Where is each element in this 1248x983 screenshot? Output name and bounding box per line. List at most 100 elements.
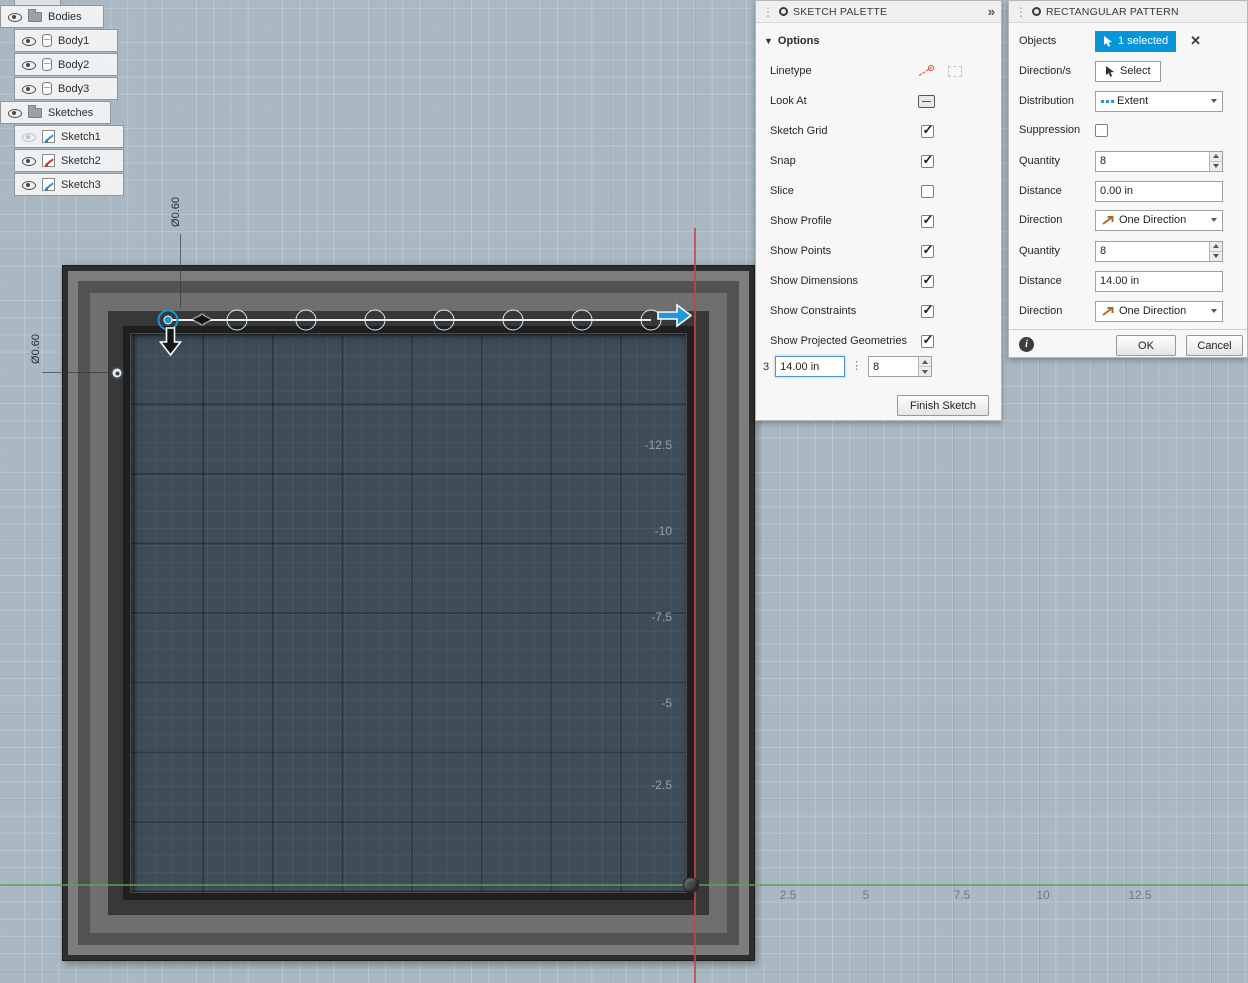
browser-item-label: Sketch3	[61, 178, 101, 191]
objects-selected-chip[interactable]: 1 selected	[1095, 30, 1177, 52]
distance1-row: Distance	[1009, 180, 1247, 202]
distribution-dropdown[interactable]: Extent	[1095, 90, 1223, 112]
chevron-down-icon	[1211, 218, 1217, 222]
sketch-icon	[42, 154, 55, 167]
origin-marker[interactable]	[683, 877, 699, 893]
pattern-circle[interactable]	[502, 309, 524, 331]
sketch-palette-header[interactable]: ⋮ SKETCH PALETTE »	[756, 1, 1001, 23]
quantity1-input[interactable]	[1096, 151, 1209, 171]
browser-item-sketch3[interactable]: Sketch3	[14, 173, 124, 196]
browser-item-sketch1[interactable]: Sketch1	[14, 125, 124, 148]
clear-selection-icon[interactable]: ✕	[1190, 33, 1201, 49]
pattern-circle[interactable]	[295, 309, 317, 331]
grid-label: 2.5	[779, 888, 797, 902]
y-axis-line	[694, 228, 696, 983]
pattern-circle[interactable]	[226, 309, 248, 331]
direction1-dropdown[interactable]: One Direction	[1095, 209, 1223, 231]
eye-icon[interactable]	[21, 35, 36, 47]
pattern-circle[interactable]	[364, 309, 386, 331]
show-profile-checkbox[interactable]	[921, 212, 934, 228]
sketch-grid-checkbox[interactable]	[921, 122, 934, 138]
projected-line-icon[interactable]	[948, 65, 962, 77]
eye-off-icon[interactable]	[21, 131, 36, 143]
browser-item-sketches-folder[interactable]: Sketches	[0, 101, 111, 124]
body-icon	[42, 82, 52, 95]
quantity2-spinner	[1209, 241, 1222, 261]
browser-item-sketch2[interactable]: Sketch2	[14, 149, 124, 172]
browser-item-body1[interactable]: Body1	[14, 29, 118, 52]
eye-icon[interactable]	[7, 11, 22, 23]
browser-item-label: Sketches	[48, 106, 94, 119]
chevron-down-icon[interactable]: ▼	[756, 36, 773, 46]
look-at-icon[interactable]	[918, 94, 935, 108]
suppression-checkbox[interactable]	[1095, 123, 1108, 137]
spinner-up-icon[interactable]	[919, 357, 932, 366]
sketch-icon	[42, 130, 55, 143]
sketch-point[interactable]	[110, 366, 124, 380]
construction-line-icon[interactable]	[917, 64, 934, 79]
collapse-panel-icon[interactable]: »	[988, 4, 995, 19]
show-dimensions-checkbox[interactable]	[921, 272, 934, 288]
pattern-direction-arrow-icon[interactable]	[656, 302, 694, 329]
show-constraints-checkbox[interactable]	[921, 302, 934, 318]
eye-icon[interactable]	[21, 83, 36, 95]
drag-down-arrow-icon[interactable]	[159, 326, 182, 357]
body-icon	[42, 34, 52, 47]
rectangular-pattern-dialog: ⋮ RECTANGULAR PATTERN Objects 1 selected…	[1008, 0, 1248, 358]
eye-icon[interactable]	[21, 155, 36, 167]
show-projected-geometries-checkbox[interactable]	[921, 332, 934, 348]
spinner-down-icon[interactable]	[1210, 250, 1222, 261]
pattern-quantity-input[interactable]	[869, 357, 919, 376]
spinner-down-icon[interactable]	[1210, 160, 1222, 171]
info-icon[interactable]: i	[1019, 337, 1034, 352]
show-points-checkbox[interactable]	[921, 242, 934, 258]
browser-item-body2[interactable]: Body2	[14, 53, 118, 76]
diameter-dimension[interactable]: Ø0.60	[30, 329, 42, 369]
selected-point[interactable]	[163, 315, 173, 325]
options-section-header[interactable]: ▼ Options	[756, 31, 1001, 51]
browser-item-body3[interactable]: Body3	[14, 77, 118, 100]
dialog-header[interactable]: ⋮ RECTANGULAR PATTERN	[1009, 1, 1247, 23]
one-direction-icon	[1101, 215, 1114, 226]
drag-handle-icon[interactable]: ⋮	[762, 6, 774, 18]
diameter-dimension[interactable]: Ø0.60	[170, 192, 182, 232]
eye-icon[interactable]	[21, 179, 36, 191]
folder-icon	[28, 8, 42, 22]
eye-icon[interactable]	[7, 107, 22, 119]
select-direction-button[interactable]: Select	[1095, 60, 1161, 82]
grid-label: -2.5	[651, 778, 672, 792]
slice-checkbox[interactable]	[921, 184, 934, 198]
field-label: Objects	[1019, 35, 1057, 47]
row-label: Show Points	[770, 245, 832, 257]
dialog-footer-separator	[1009, 329, 1247, 330]
ok-button[interactable]: OK	[1116, 335, 1176, 356]
distance2-input[interactable]	[1095, 270, 1223, 292]
distance1-input[interactable]	[1095, 180, 1223, 202]
chevron-down-icon	[1211, 309, 1217, 313]
browser-item-bodies-folder[interactable]: Bodies	[0, 5, 104, 28]
pattern-distance-input[interactable]	[775, 356, 846, 377]
quantity1-field	[1095, 150, 1223, 172]
pattern-circle[interactable]	[433, 309, 455, 331]
snap-checkbox[interactable]	[921, 152, 934, 168]
spinner-up-icon[interactable]	[1210, 151, 1222, 161]
finish-sketch-button[interactable]: Finish Sketch	[896, 395, 989, 416]
spinner-up-icon[interactable]	[1210, 241, 1222, 251]
field-label: Direction	[1019, 305, 1063, 317]
quantity2-input[interactable]	[1096, 241, 1209, 261]
drag-handle-icon[interactable]: ⋮	[1015, 6, 1027, 18]
objects-row: Objects 1 selected ✕	[1009, 30, 1247, 52]
eye-icon[interactable]	[21, 59, 36, 71]
direction2-dropdown[interactable]: One Direction	[1095, 300, 1223, 322]
spinner-down-icon[interactable]	[919, 366, 932, 376]
pocket-grid-face[interactable]	[131, 334, 686, 892]
drag-handle-icon[interactable]: ⋮	[851, 361, 862, 372]
grid-label: 10	[1036, 888, 1050, 902]
cancel-button[interactable]: Cancel	[1186, 335, 1243, 356]
flip-direction-handle-icon[interactable]: ◀▶	[193, 311, 211, 327]
pattern-circle[interactable]	[571, 309, 593, 331]
cursor-icon	[1106, 66, 1114, 77]
toggle-row: Snap	[756, 151, 1001, 171]
field-label: Direction	[1019, 214, 1063, 226]
direction2-row: Direction One Direction	[1009, 300, 1247, 322]
